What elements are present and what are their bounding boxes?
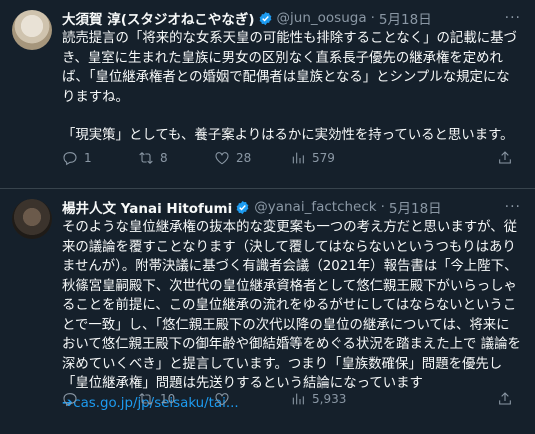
views-icon [292,152,304,164]
separator-dot: · [370,10,375,26]
tweet-text: 読売提言の「将来的な女系天皇の可能性も排除することなく」の記載に基づき、皇室に生… [62,29,525,146]
verified-badge-icon [258,11,273,26]
share-icon [499,392,511,405]
tweet[interactable]: 楊井人文 Yanai Hitofumi @yanai_factcheck · 5… [0,189,535,434]
share-button[interactable] [497,391,513,407]
reply-button[interactable] [62,391,138,407]
retweet-count: 10 [160,392,176,406]
tweet-paragraph: そのような皇位継承権の抜本的な変更案も一つの考え方だと思いますが、従来の議論を覆… [62,220,521,391]
views-icon [292,393,304,405]
like-button[interactable]: 28 [214,150,290,166]
author-handle[interactable]: @yanai_factcheck [254,199,376,215]
separator-dot: · [380,199,385,215]
author-name[interactable]: 楊井人文 Yanai Hitofumi [62,197,232,217]
like-icon [215,152,229,165]
like-button[interactable] [214,391,290,407]
views-button[interactable]: 5,933 [290,391,366,407]
author-handle[interactable]: @jun_oosuga [277,10,367,26]
tweet[interactable]: 大須賀 淳(スタジオねこやなぎ) @jun_oosuga · 5月18日 ···… [0,0,535,189]
avatar[interactable] [12,199,52,239]
share-button[interactable] [497,150,513,166]
views-button[interactable]: 579 [290,150,366,166]
reply-icon [63,152,77,166]
reply-icon [63,393,77,407]
more-icon[interactable]: ··· [505,10,521,26]
verified-badge-icon [235,200,250,215]
reply-button[interactable]: 1 [62,150,138,166]
like-icon [215,393,229,406]
retweet-count: 8 [160,151,168,165]
reply-count: 1 [84,151,92,165]
retweet-icon [139,152,153,164]
tweet-date[interactable]: 5月18日 [389,197,442,217]
avatar[interactable] [12,10,52,50]
views-count: 579 [312,151,335,165]
retweet-button[interactable]: 8 [138,150,214,166]
share-icon [499,151,511,164]
tweet-paragraph: 「現実策」としても、養子案よりはるかに実効性を持っていると思います。 [62,128,514,143]
tweet-paragraph: 読売提言の「将来的な女系天皇の可能性も排除することなく」の記載に基づき、皇室に生… [62,31,517,105]
author-name[interactable]: 大須賀 淳(スタジオねこやなぎ) [62,8,255,28]
retweet-button[interactable]: 10 [138,391,214,407]
tweet-text: そのような皇位継承権の抜本的な変更案も一つの考え方だと思いますが、従来の議論を覆… [62,218,525,413]
views-count: 5,933 [312,392,347,406]
retweet-icon [139,393,153,405]
tweet-header: 楊井人文 Yanai Hitofumi @yanai_factcheck · 5… [62,197,525,217]
action-bar: 1 8 28 579 [62,150,513,166]
like-count: 28 [236,151,252,165]
tweet-date[interactable]: 5月18日 [379,8,432,28]
action-bar: 10 5,933 [62,391,513,407]
tweet-header: 大須賀 淳(スタジオねこやなぎ) @jun_oosuga · 5月18日 [62,8,525,28]
more-icon[interactable]: ··· [505,199,521,215]
